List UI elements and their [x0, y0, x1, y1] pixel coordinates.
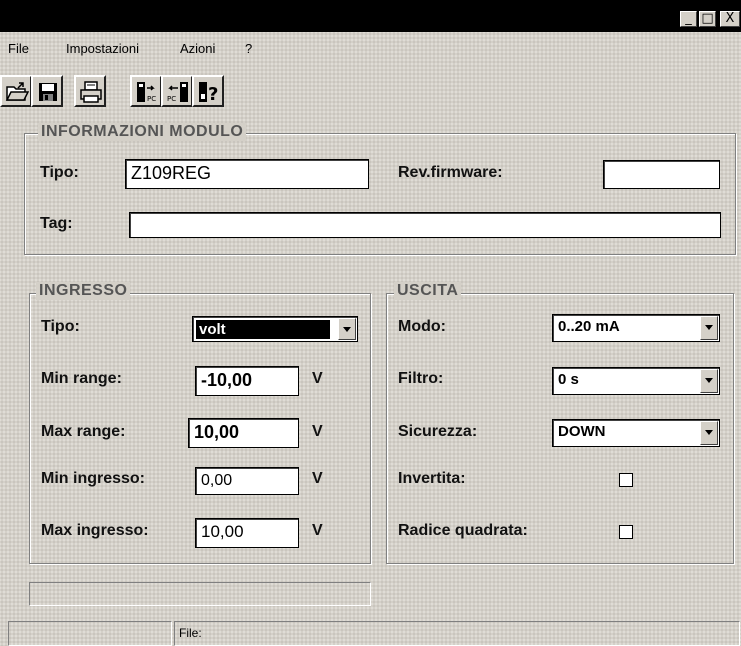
chevron-down-icon[interactable] — [700, 421, 718, 445]
max-ingresso-field[interactable]: 10,00 — [195, 518, 299, 548]
title-bar: _ □ X — [0, 0, 741, 32]
invertita-label: Invertita: — [398, 470, 466, 487]
menu-azioni[interactable]: Azioni — [180, 41, 215, 56]
min-range-field[interactable]: -10,00 — [195, 366, 299, 396]
max-range-unit: V — [312, 423, 323, 440]
rev-firmware-field[interactable] — [603, 160, 720, 189]
minimize-button[interactable]: _ — [680, 11, 697, 27]
write-module-button[interactable]: PC — [161, 75, 193, 107]
print-icon — [80, 81, 102, 103]
minimize-icon: _ — [685, 11, 692, 26]
read-from-module-icon: PC — [137, 82, 156, 103]
chevron-down-icon[interactable] — [338, 318, 356, 340]
min-ingresso-label: Min ingresso: — [41, 470, 146, 487]
open-folder-icon — [5, 82, 29, 101]
info-module-title: INFORMAZIONI MODULO — [38, 123, 247, 141]
filtro-value: 0 s — [558, 371, 579, 388]
close-button[interactable]: X — [720, 11, 740, 27]
read-module-button[interactable]: PC — [130, 75, 162, 107]
filtro-label: Filtro: — [398, 370, 444, 387]
help-button[interactable]: ? — [192, 75, 224, 107]
min-ingresso-unit: V — [312, 470, 323, 487]
ingresso-title: INGRESSO — [36, 282, 131, 300]
save-button[interactable] — [31, 75, 63, 107]
radice-quadrata-checkbox[interactable] — [619, 525, 633, 539]
modo-select[interactable]: 0..20 mA — [552, 314, 720, 342]
uscita-title: USCITA — [394, 282, 462, 300]
ingresso-tipo-label: Tipo: — [41, 318, 80, 335]
invertita-checkbox[interactable] — [619, 473, 633, 487]
chevron-down-icon[interactable] — [700, 369, 718, 393]
maximize-icon: □ — [701, 11, 714, 26]
max-ingresso-unit: V — [312, 522, 323, 539]
tag-label: Tag: — [40, 215, 73, 232]
help-icon: ? — [199, 82, 218, 104]
min-ingresso-field[interactable]: 0,00 — [195, 467, 299, 495]
open-button[interactable] — [0, 75, 32, 107]
close-icon: X — [725, 11, 735, 26]
rev-firmware-label: Rev.firmware: — [398, 164, 503, 181]
status-panel-file — [174, 621, 740, 646]
min-range-unit: V — [312, 370, 323, 387]
sicurezza-select[interactable]: DOWN — [552, 419, 720, 447]
sicurezza-label: Sicurezza: — [398, 423, 478, 440]
progress-bar — [29, 582, 371, 606]
svg-text:PC: PC — [147, 95, 156, 103]
write-to-module-icon: PC — [167, 82, 188, 103]
menu-bar: File Impostazioni Azioni ? — [0, 34, 741, 60]
modo-label: Modo: — [398, 318, 446, 335]
radice-quadrata-label: Radice quadrata: — [398, 522, 528, 539]
max-ingresso-label: Max ingresso: — [41, 522, 149, 539]
tag-field[interactable] — [129, 212, 721, 238]
sicurezza-value: DOWN — [558, 423, 606, 440]
info-tipo-label: Tipo: — [40, 164, 79, 181]
menu-file[interactable]: File — [8, 41, 29, 56]
status-panel-left — [8, 621, 172, 646]
max-range-field[interactable]: 10,00 — [188, 418, 299, 448]
toolbar: PC PC ? — [0, 75, 741, 111]
maximize-button[interactable]: □ — [699, 11, 716, 27]
chevron-down-icon[interactable] — [700, 316, 718, 340]
main-window: _ □ X File Impostazioni Azioni ? PC PC ?… — [0, 0, 741, 646]
modo-value: 0..20 mA — [558, 318, 620, 335]
svg-text:?: ? — [208, 84, 218, 104]
min-range-label: Min range: — [41, 370, 122, 387]
info-tipo-field[interactable]: Z109REG — [125, 159, 369, 189]
filtro-select[interactable]: 0 s — [552, 367, 720, 395]
ingresso-tipo-value: volt — [196, 320, 330, 339]
print-button[interactable] — [74, 75, 106, 107]
status-file-label: File: — [179, 626, 202, 640]
max-range-label: Max range: — [41, 423, 126, 440]
svg-text:PC: PC — [167, 95, 176, 103]
save-icon — [39, 83, 57, 101]
ingresso-tipo-select[interactable]: volt — [192, 316, 358, 342]
menu-impostazioni[interactable]: Impostazioni — [66, 41, 139, 56]
menu-help[interactable]: ? — [245, 41, 252, 56]
